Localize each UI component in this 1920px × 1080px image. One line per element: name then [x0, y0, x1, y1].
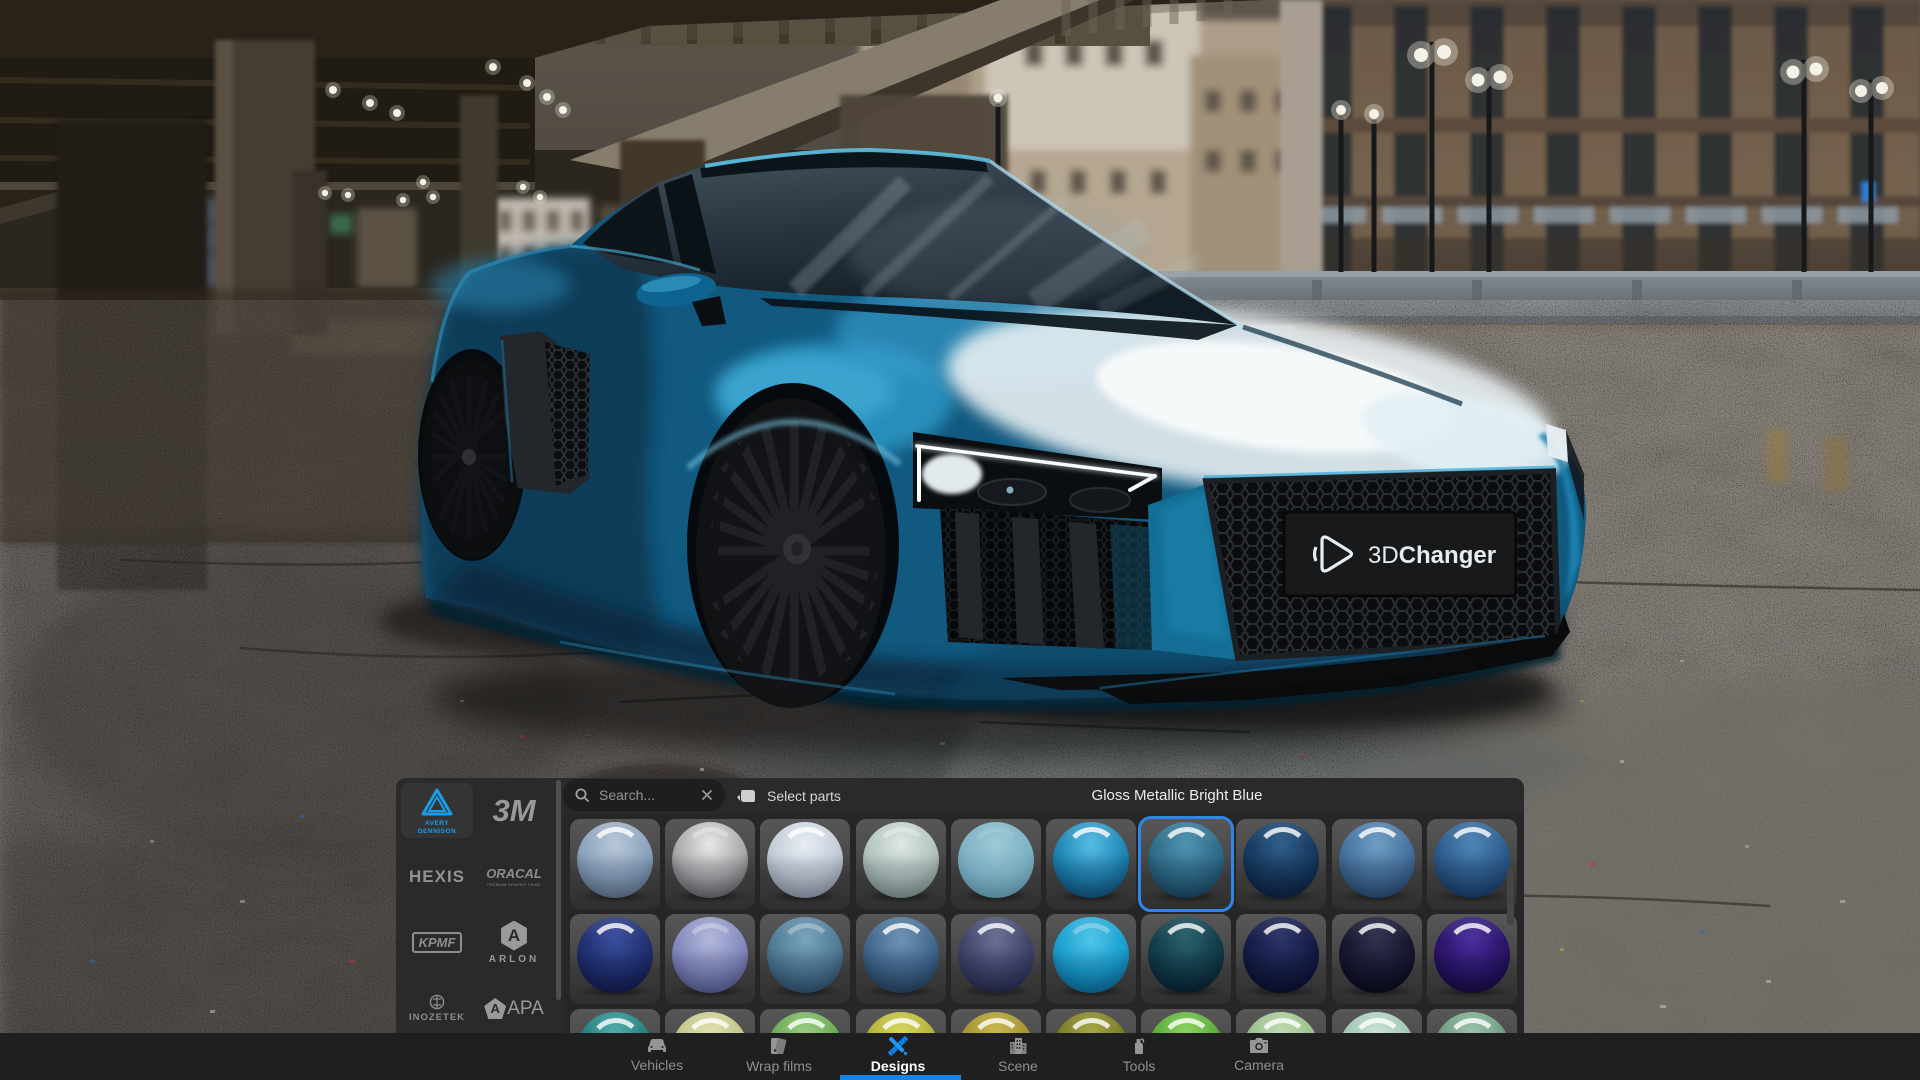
svg-text:3DChanger: 3DChanger	[1368, 542, 1496, 569]
